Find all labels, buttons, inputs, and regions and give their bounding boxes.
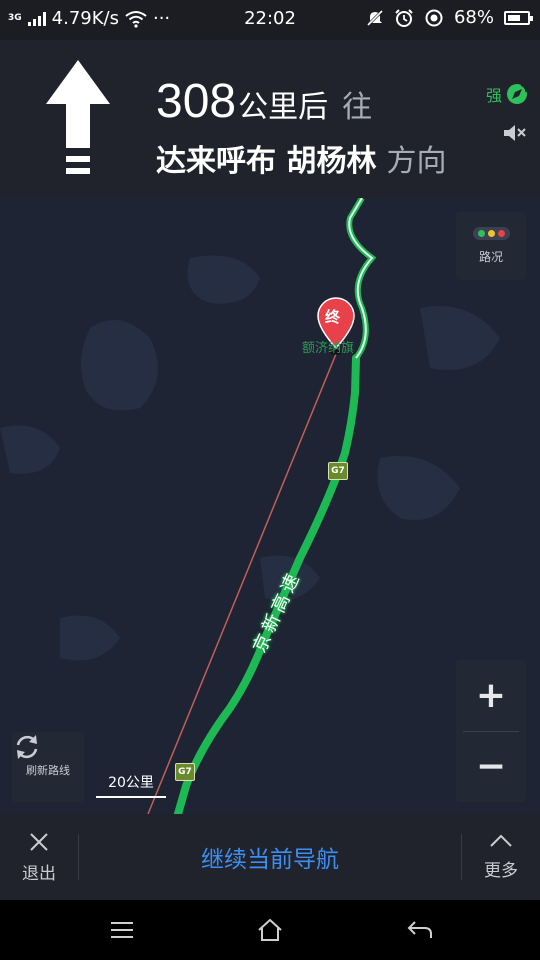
navigation-instruction-panel: 308 公里后 往 达来呼布 胡杨林 方向 强 — [0, 40, 540, 198]
back-icon — [407, 921, 432, 938]
direction-label: 方向 — [386, 144, 447, 179]
chevron-up-icon — [490, 834, 512, 847]
place-label: 额济纳旗 — [302, 341, 355, 356]
destination-line: 达来呼布 胡杨林 方向 — [156, 136, 446, 180]
zoom-out-button[interactable]: − — [456, 732, 526, 802]
exit-label: 退出 — [22, 863, 56, 884]
distance-value: 308 — [156, 75, 237, 128]
zoom-in-button[interactable]: + — [456, 661, 526, 731]
scale-bar — [96, 796, 166, 798]
menu-button[interactable] — [102, 914, 142, 946]
destination-name: 达来呼布 胡杨林 — [156, 144, 377, 179]
home-button[interactable] — [250, 914, 290, 946]
toward-label: 往 — [342, 90, 373, 125]
refresh-route-label: 刷新路线 — [26, 764, 70, 777]
navigation-action-bar: 退出 继续当前导航 更多 — [0, 814, 540, 900]
battery-fill — [508, 14, 520, 21]
map-view[interactable]: 终 额济纳旗 G7 G7 京新高速 路况 + − 刷新路线 20公里 — [0, 198, 540, 814]
refresh-route-button[interactable]: 刷新路线 — [12, 732, 84, 802]
back-button[interactable] — [400, 914, 440, 946]
straight-arrow-icon — [46, 60, 110, 174]
gps-signal-icon — [507, 84, 527, 104]
menu-icon — [111, 922, 133, 938]
traffic-label: 路况 — [478, 250, 503, 264]
mute-icon[interactable] — [502, 122, 528, 144]
scale-label: 20公里 — [108, 775, 154, 791]
exit-button[interactable]: 退出 — [0, 814, 78, 900]
highway-shield: G7 — [175, 763, 195, 781]
map-scale: 20公里 — [96, 772, 166, 798]
traffic-light-icon — [472, 227, 510, 240]
battery-percent: 68% — [453, 7, 494, 28]
gps-strength-label: 强 — [485, 86, 502, 105]
distance-instruction: 308 公里后 往 — [156, 74, 372, 129]
highway-shield: G7 — [328, 462, 348, 480]
refresh-icon — [16, 735, 38, 759]
end-marker-label: 终 — [325, 308, 341, 326]
more-button[interactable]: 更多 — [462, 814, 540, 900]
close-icon — [30, 832, 48, 851]
divider — [78, 834, 79, 880]
distance-unit: 公里后 — [238, 90, 329, 125]
traffic-toggle-button[interactable]: 路况 — [456, 212, 526, 280]
battery-icon — [504, 10, 533, 25]
silent-mode-icon — [366, 9, 384, 26]
more-label: 更多 — [484, 860, 518, 881]
home-icon — [258, 919, 282, 941]
terrain-background — [0, 255, 500, 661]
status-right: 68% — [366, 7, 533, 28]
gps-strength: 强 — [486, 82, 528, 106]
alarm-icon — [395, 8, 413, 27]
zoom-controls: + − — [456, 660, 526, 802]
location-service-icon — [425, 9, 443, 26]
system-navigation-bar — [0, 900, 540, 960]
continue-navigation-button[interactable]: 继续当前导航 — [80, 814, 460, 900]
status-bar: 3G 4.79K/s ··· 22:02 68% — [0, 0, 540, 40]
